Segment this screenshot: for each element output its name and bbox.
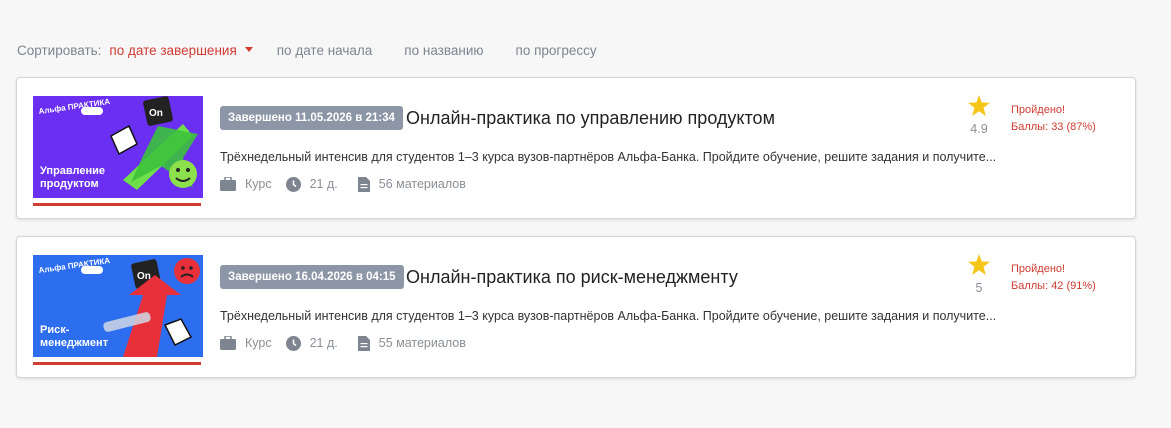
course-meta: Курс 21 д. 56 материалов [220, 175, 466, 193]
status-badge: Завершено 11.05.2026 в 21:34 [220, 106, 403, 130]
result-block: Пройдено! Баллы: 42 (91%) [1011, 261, 1096, 295]
course-title[interactable]: Онлайн-практика по риск-менеджменту [406, 265, 738, 289]
progress-bar [33, 362, 201, 365]
result-block: Пройдено! Баллы: 33 (87%) [1011, 102, 1096, 136]
sort-label: Сортировать: [17, 42, 102, 58]
sort-by-end-date[interactable]: по дате завершения [109, 43, 236, 58]
sort-by-progress[interactable]: по прогрессу [516, 43, 597, 58]
course-type: Курс [245, 336, 272, 350]
course-card[interactable]: Альфа ПРАКТИКА On Управление продуктом З… [16, 77, 1136, 219]
sort-bar: Сортировать: по дате завершения по дате … [17, 40, 597, 60]
sort-by-start-date[interactable]: по дате начала [277, 43, 373, 58]
thumb-key: On [149, 108, 163, 119]
course-card[interactable]: Альфа ПРАКТИКА On Риск- менеджмент Завер… [16, 236, 1136, 378]
course-materials: 55 материалов [378, 336, 466, 350]
course-rating: 5 [965, 254, 993, 295]
progress-bar [33, 203, 201, 206]
course-duration: 21 д. [309, 336, 338, 350]
thumb-title-line-1: Риск- [40, 324, 70, 336]
result-status: Пройдено! [1011, 104, 1066, 116]
course-thumbnail[interactable]: Альфа ПРАКТИКА On Риск- менеджмент [33, 255, 203, 357]
course-thumbnail[interactable]: Альфа ПРАКТИКА On Управление продуктом [33, 96, 203, 198]
course-type: Курс [245, 177, 272, 191]
status-badge: Завершено 16.04.2026 в 04:15 [220, 265, 404, 289]
briefcase-icon [220, 177, 236, 191]
thumb-title-line-1: Управление [40, 165, 105, 177]
course-materials: 56 материалов [378, 177, 466, 191]
document-icon [357, 335, 370, 351]
course-description: Трёхнедельный интенсив для студентов 1–3… [220, 150, 997, 164]
star-icon [968, 254, 990, 275]
course-description: Трёхнедельный интенсив для студентов 1–3… [220, 309, 997, 323]
rating-value: 4.9 [970, 122, 988, 136]
course-rating: 4.9 [965, 95, 993, 136]
result-status: Пройдено! [1011, 263, 1066, 275]
sort-by-name[interactable]: по названию [404, 43, 483, 58]
rating-value: 5 [975, 281, 983, 295]
star-icon [968, 95, 990, 116]
clock-icon [285, 176, 301, 192]
course-meta: Курс 21 д. 55 материалов [220, 334, 466, 352]
result-score: Баллы: 33 (87%) [1011, 121, 1096, 133]
course-title[interactable]: Онлайн-практика по управлению продуктом [406, 106, 775, 130]
caret-down-icon[interactable] [244, 46, 253, 52]
briefcase-icon [220, 336, 236, 350]
thumb-title-line-2: продуктом [40, 178, 99, 190]
document-icon [357, 176, 370, 192]
course-duration: 21 д. [309, 177, 338, 191]
thumb-title-line-2: менеджмент [40, 337, 109, 349]
result-score: Баллы: 42 (91%) [1011, 280, 1096, 292]
clock-icon [285, 335, 301, 351]
